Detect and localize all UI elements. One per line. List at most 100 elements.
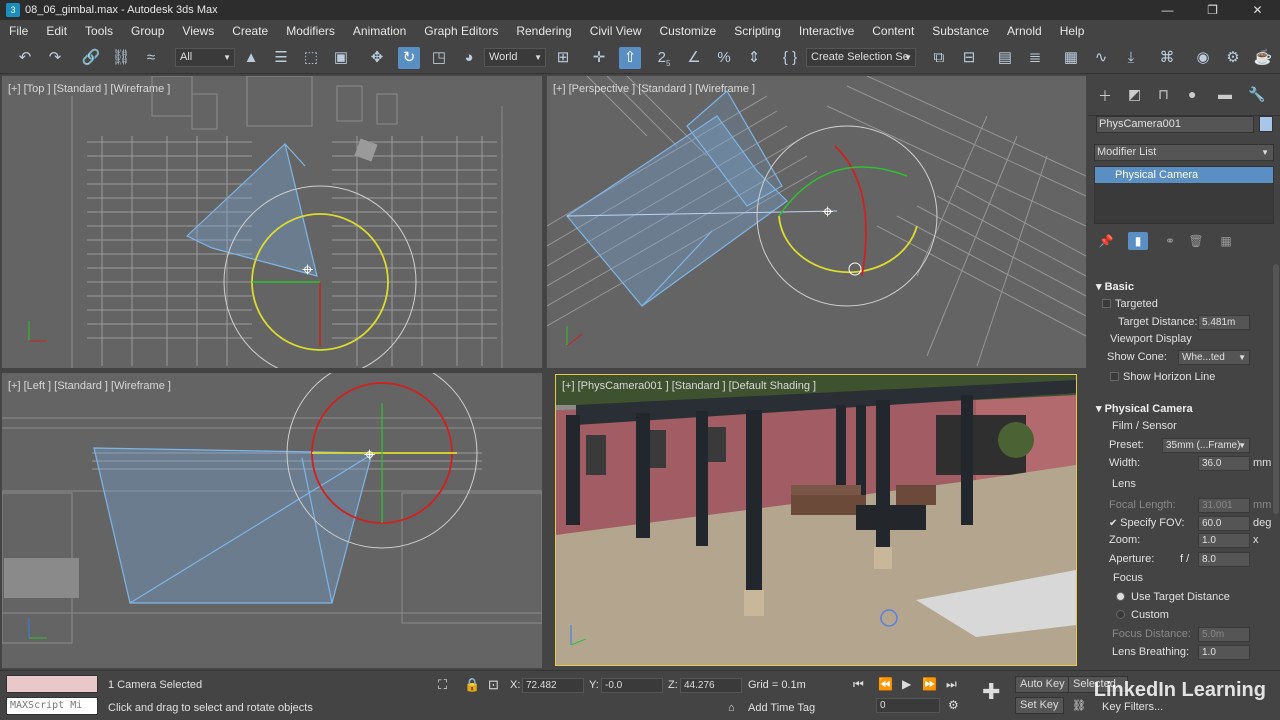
show-cone-dropdown[interactable]: Whe...ted ▼	[1178, 350, 1250, 365]
undo-icon[interactable]: ↶	[14, 47, 36, 69]
create-tab-icon[interactable]: ＋	[1098, 86, 1112, 106]
menu-graph-editors[interactable]: Graph Editors	[415, 24, 507, 38]
physical-camera-rollout-header[interactable]: ▾ Physical Camera	[1096, 402, 1193, 415]
menu-tools[interactable]: Tools	[76, 24, 122, 38]
viewport-perspective[interactable]: ⌖ [+] [Perspective ] [Standard ] [Wirefr…	[547, 76, 1086, 368]
object-name-field[interactable]: PhysCamera001	[1096, 116, 1254, 133]
goto-start-icon[interactable]: ⏮	[853, 677, 864, 692]
link-icon[interactable]: 🔗	[80, 47, 102, 69]
time-tag-icon[interactable]: ⌂	[728, 702, 735, 714]
angle-snap-icon[interactable]: ∠	[683, 47, 705, 69]
menu-rendering[interactable]: Rendering	[507, 24, 580, 38]
menu-substance[interactable]: Substance	[923, 24, 998, 38]
menu-interactive[interactable]: Interactive	[790, 24, 863, 38]
restore-icon[interactable]: ❐	[1190, 0, 1235, 20]
menu-arnold[interactable]: Arnold	[998, 24, 1051, 38]
menu-customize[interactable]: Customize	[651, 24, 726, 38]
align-icon[interactable]: ⊟	[958, 47, 980, 69]
focus-distance-spinner[interactable]: 5.0m	[1198, 627, 1250, 642]
modify-tab-icon[interactable]: ◩	[1128, 86, 1141, 103]
menu-modifiers[interactable]: Modifiers	[277, 24, 344, 38]
aperture-spinner[interactable]: 8.0	[1198, 552, 1250, 567]
goto-end-icon[interactable]: ⏭	[946, 677, 957, 692]
isolate-selection-icon[interactable]: ⛶	[438, 677, 447, 693]
pivot-center-icon[interactable]: ⊞	[552, 47, 574, 69]
window-crossing-icon[interactable]: ▣	[330, 47, 352, 69]
viewport-label-camera[interactable]: [+] [PhysCamera001 ] [Standard ] [Defaul…	[562, 380, 816, 392]
unlink-icon[interactable]: ⛓	[110, 47, 132, 69]
basic-rollout-header[interactable]: ▾ Basic	[1096, 280, 1134, 293]
layer-explorer-icon[interactable]: ≣	[1024, 47, 1046, 69]
modifier-list-dropdown[interactable]: Modifier List ▼	[1094, 144, 1274, 161]
menu-file[interactable]: File	[0, 24, 37, 38]
x-coordinate-field[interactable]: 72.482	[522, 678, 584, 693]
y-coordinate-field[interactable]: -0.0	[601, 678, 663, 693]
add-time-tag[interactable]: Add Time Tag	[748, 702, 815, 714]
viewport-label-top[interactable]: [+] [Top ] [Standard ] [Wireframe ]	[8, 83, 170, 95]
select-and-rotate-icon[interactable]: ↻	[398, 47, 420, 69]
panel-scrollbar[interactable]	[1273, 264, 1279, 514]
target-distance-spinner[interactable]: 5.481m	[1198, 315, 1250, 330]
targeted-checkbox[interactable]: Targeted	[1102, 298, 1158, 310]
select-object-icon[interactable]: ▲	[240, 47, 262, 69]
menu-create[interactable]: Create	[223, 24, 277, 38]
viewport-physcamera[interactable]: [+] [PhysCamera001 ] [Standard ] [Defaul…	[555, 374, 1077, 666]
select-and-move-icon[interactable]: ✥	[366, 47, 388, 69]
edit-named-selection-icon[interactable]: { }	[779, 47, 801, 69]
menu-help[interactable]: Help	[1051, 24, 1094, 38]
reference-coordinate-dropdown[interactable]: World ▼	[484, 48, 546, 67]
maxscript-listener-output[interactable]	[6, 675, 98, 693]
use-target-distance-radio[interactable]: Use Target Distance	[1116, 591, 1230, 603]
z-coordinate-field[interactable]: 44.276	[680, 678, 742, 693]
object-color-swatch[interactable]	[1259, 116, 1273, 132]
hierarchy-tab-icon[interactable]: ⊓	[1158, 86, 1169, 103]
set-key-button[interactable]: Set Key	[1015, 697, 1064, 714]
menu-content[interactable]: Content	[863, 24, 923, 38]
select-by-name-icon[interactable]: ☰	[270, 47, 292, 69]
time-configuration-icon[interactable]: ⚙	[948, 698, 959, 712]
current-frame-field[interactable]: 0	[876, 698, 940, 713]
select-and-place-icon[interactable]: ◕	[458, 47, 480, 69]
redo-icon[interactable]: ↷	[44, 47, 66, 69]
ribbon-toggle-icon[interactable]: ▦	[1060, 47, 1082, 69]
remove-modifier-icon[interactable]: 🗑	[1186, 232, 1206, 250]
menu-animation[interactable]: Animation	[344, 24, 415, 38]
render-icon[interactable]: ☕	[1252, 47, 1274, 69]
menu-group[interactable]: Group	[122, 24, 173, 38]
viewport-label-perspective[interactable]: [+] [Perspective ] [Standard ] [Wirefram…	[553, 83, 755, 95]
configure-sets-icon[interactable]: ▦	[1216, 232, 1236, 250]
dope-sheet-icon[interactable]: ⤓	[1120, 47, 1142, 69]
focal-length-spinner[interactable]: 31.001	[1198, 498, 1250, 513]
viewport-left[interactable]: ⌖ [+] [Left ] [Standard ] [Wireframe ]	[2, 373, 542, 668]
pin-stack-icon[interactable]: 📌	[1096, 232, 1116, 250]
previous-frame-icon[interactable]: ⏪	[878, 677, 893, 691]
utilities-tab-icon[interactable]: 🔧	[1248, 86, 1265, 103]
preset-dropdown[interactable]: 35mm (...Frame) ▼	[1162, 438, 1250, 453]
spinner-snap-icon[interactable]: ⇕	[743, 47, 765, 69]
selection-filter-dropdown[interactable]: All ▼	[175, 48, 235, 67]
play-icon[interactable]: ▶	[902, 677, 911, 691]
custom-radio[interactable]: Custom	[1116, 609, 1169, 621]
lens-breathing-spinner[interactable]: 1.0	[1198, 645, 1250, 660]
menu-edit[interactable]: Edit	[37, 24, 76, 38]
menu-civil-view[interactable]: Civil View	[581, 24, 651, 38]
viewport-label-left[interactable]: [+] [Left ] [Standard ] [Wireframe ]	[8, 380, 171, 392]
select-manipulate-icon[interactable]: ✛	[588, 47, 610, 69]
named-selection-dropdown[interactable]: Create Selection Se ▼	[806, 48, 916, 67]
render-setup-icon[interactable]: ⚙	[1222, 47, 1244, 69]
key-filters-button[interactable]: Key Filters...	[1102, 701, 1163, 713]
auto-key-button[interactable]: Auto Key	[1015, 676, 1070, 693]
material-editor-icon[interactable]: ◉	[1192, 47, 1214, 69]
selection-lock-icon[interactable]: 🔒	[464, 677, 480, 693]
scene-explorer-icon[interactable]: ▤	[994, 47, 1016, 69]
menu-scripting[interactable]: Scripting	[725, 24, 790, 38]
snaps-toggle-icon[interactable]: 25	[653, 47, 675, 69]
show-horizon-checkbox[interactable]: Show Horizon Line	[1110, 371, 1215, 383]
rectangular-selection-icon[interactable]: ⬚	[300, 47, 322, 69]
curve-editor-icon[interactable]: ∿	[1090, 47, 1112, 69]
bind-space-warp-icon[interactable]: ≈	[140, 47, 162, 69]
zoom-spinner[interactable]: 1.0	[1198, 533, 1250, 548]
width-spinner[interactable]: 36.0	[1198, 456, 1250, 471]
maxscript-mini-listener[interactable]: MAXScript Mi	[6, 697, 98, 715]
absolute-mode-icon[interactable]: ⊡	[488, 677, 499, 693]
